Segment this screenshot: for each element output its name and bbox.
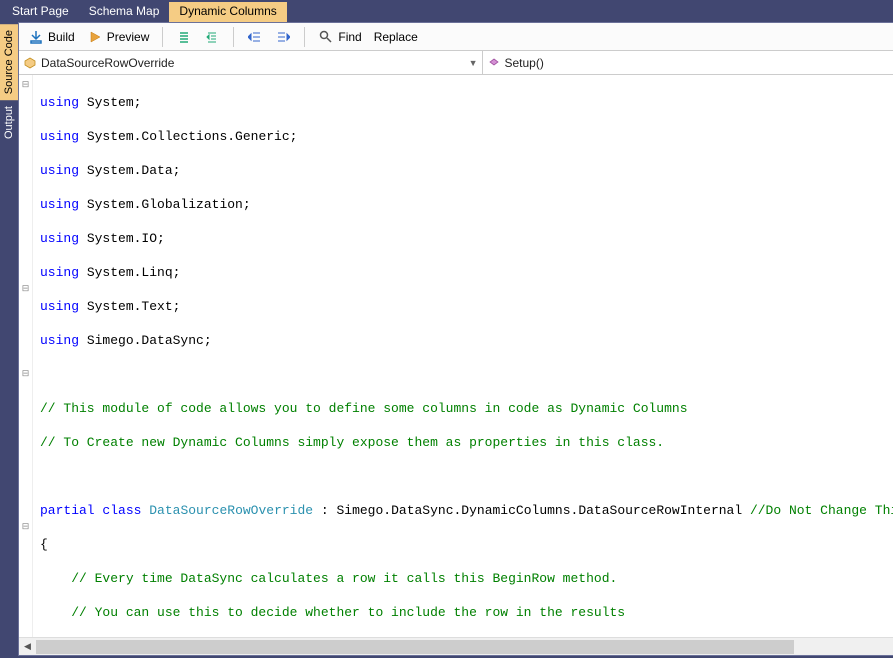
fold-toggle[interactable]: ⊟ <box>19 366 32 383</box>
decrease-indent-icon <box>247 29 263 45</box>
increase-indent-icon <box>275 29 291 45</box>
indent-icon <box>176 29 192 45</box>
document-tabs: Start Page Schema Map Dynamic Columns <box>0 0 893 22</box>
decrease-indent-button[interactable] <box>242 26 268 48</box>
fold-toggle[interactable]: ⊟ <box>19 519 32 536</box>
member-selector-text: Setup() <box>505 56 893 70</box>
horizontal-scrollbar[interactable]: ◀ ▶ <box>19 637 893 655</box>
increase-indent-button[interactable] <box>270 26 296 48</box>
scroll-thumb[interactable] <box>36 640 794 654</box>
class-selector[interactable]: DataSourceRowOverride ▼ <box>19 51 483 74</box>
navigation-bar: DataSourceRowOverride ▼ Setup() ▼ <box>19 51 893 75</box>
scroll-left-icon[interactable]: ◀ <box>19 639 36 655</box>
outdent-button[interactable] <box>199 26 225 48</box>
replace-button[interactable]: Replace <box>369 27 423 47</box>
tab-start-page[interactable]: Start Page <box>2 2 79 22</box>
toolbar-separator <box>233 27 234 47</box>
scroll-track[interactable] <box>36 639 893 655</box>
code-editor[interactable]: ⊟ ⊟ ⊟ ⊟ using System; using System.Collecti… <box>19 75 893 637</box>
toolbar-separator <box>162 27 163 47</box>
class-icon <box>23 56 37 70</box>
find-label: Find <box>338 30 361 44</box>
preview-label: Preview <box>107 30 150 44</box>
class-selector-text: DataSourceRowOverride <box>41 56 469 70</box>
chevron-down-icon: ▼ <box>469 58 478 68</box>
outdent-icon <box>204 29 220 45</box>
side-tabs: Source Code Output <box>0 22 18 656</box>
tab-dynamic-columns[interactable]: Dynamic Columns <box>169 2 286 22</box>
preview-button[interactable]: Preview <box>82 26 155 48</box>
side-tab-source-code[interactable]: Source Code <box>0 24 18 100</box>
replace-label: Replace <box>374 30 418 44</box>
find-icon <box>318 29 334 45</box>
build-label: Build <box>48 30 75 44</box>
member-selector[interactable]: Setup() ▼ <box>483 51 893 74</box>
code-text[interactable]: using System; using System.Collections.G… <box>33 75 893 637</box>
fold-toggle[interactable]: ⊟ <box>19 77 32 94</box>
build-icon <box>28 29 44 45</box>
tab-schema-map[interactable]: Schema Map <box>79 2 170 22</box>
preview-icon <box>87 29 103 45</box>
method-icon <box>487 56 501 70</box>
editor-panel: Build Preview Find Replace <box>18 22 893 656</box>
find-button[interactable]: Find <box>313 26 366 48</box>
editor-toolbar: Build Preview Find Replace <box>19 23 893 51</box>
fold-toggle[interactable]: ⊟ <box>19 281 32 298</box>
outline-gutter: ⊟ ⊟ ⊟ ⊟ <box>19 75 33 637</box>
toolbar-separator <box>304 27 305 47</box>
indent-button[interactable] <box>171 26 197 48</box>
build-button[interactable]: Build <box>23 26 80 48</box>
side-tab-output[interactable]: Output <box>0 100 18 145</box>
